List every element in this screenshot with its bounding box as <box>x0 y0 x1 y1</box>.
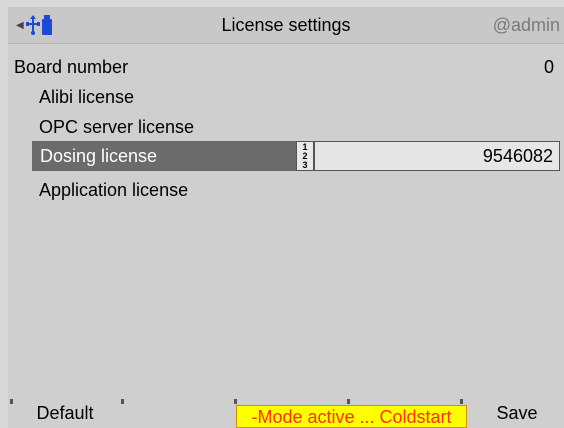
device-screen: ◀ License settings @admin Board number 0… <box>8 7 564 428</box>
opc-server-license-item[interactable]: OPC server license <box>39 114 194 140</box>
board-number-label: Board number <box>14 57 129 77</box>
numeric-input-icon: 1 2 3 <box>296 141 314 171</box>
softkey-divider <box>121 399 124 404</box>
application-license-item[interactable]: Application license <box>39 177 188 203</box>
dosing-license-row[interactable]: Dosing license 1 2 3 9546082 <box>32 141 560 171</box>
dosing-license-label[interactable]: Dosing license <box>32 141 296 171</box>
save-button[interactable]: Save <box>470 399 564 428</box>
user-indicator: @admin <box>492 15 560 35</box>
dosing-license-input[interactable]: 9546082 <box>314 141 560 171</box>
softkey-divider <box>347 399 350 404</box>
title-bar: ◀ License settings @admin <box>8 7 564 44</box>
softkey-divider <box>234 399 237 404</box>
softkey-divider <box>460 399 463 404</box>
default-button[interactable]: Default <box>10 399 120 428</box>
mode-status-banner: -Mode active ... Coldstart <box>236 405 467 428</box>
alibi-license-item[interactable]: Alibi license <box>39 84 134 110</box>
page-title: License settings <box>221 15 351 35</box>
softkey-bar: Default -Mode active ... Coldstart Save <box>8 399 564 428</box>
board-number-value[interactable]: 0 <box>544 54 554 80</box>
